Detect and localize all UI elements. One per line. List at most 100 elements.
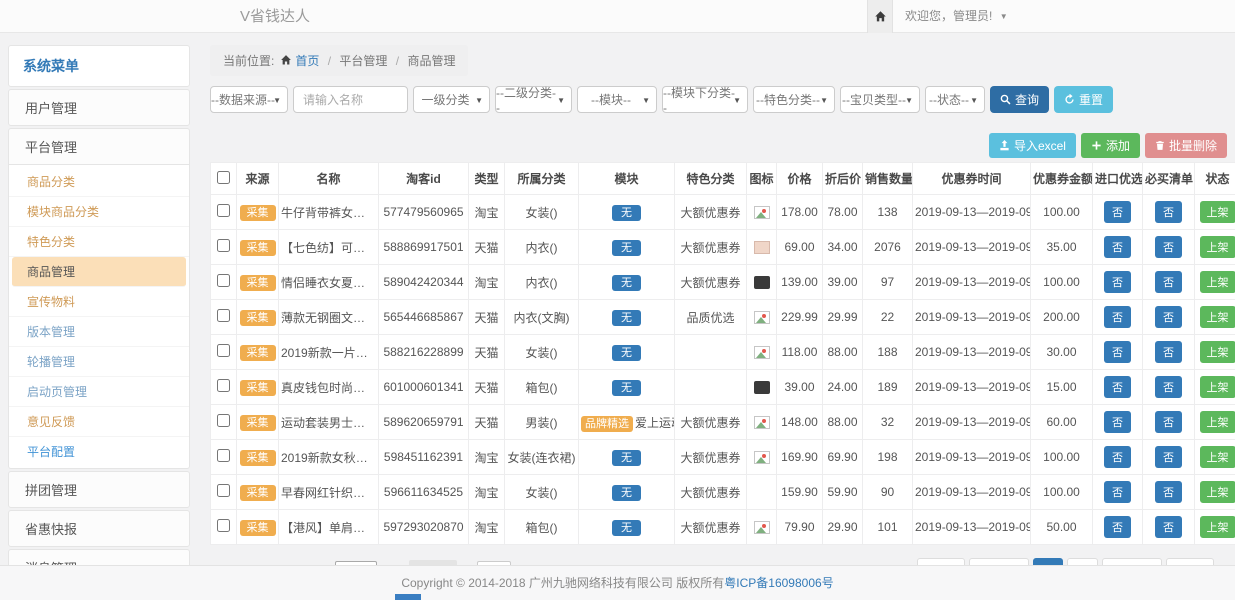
home-icon	[874, 10, 887, 23]
sidebar-subitem-active[interactable]: 商品管理	[12, 257, 186, 287]
import-select-toggle[interactable]: 否	[1104, 306, 1131, 328]
column-header: 图标	[747, 163, 777, 195]
product-category: 箱包()	[505, 510, 579, 545]
must-buy-toggle[interactable]: 否	[1155, 341, 1182, 363]
status-button[interactable]: 上架	[1200, 376, 1235, 398]
batch-delete-button[interactable]: 批量删除	[1145, 133, 1227, 158]
row-checkbox[interactable]	[217, 414, 230, 427]
breadcrumb-separator: /	[396, 54, 399, 68]
sidebar-item-user-management[interactable]: 用户管理	[8, 89, 190, 126]
filter-item-type-select[interactable]: --宝贝类型--▼	[840, 86, 920, 113]
must-buy-toggle[interactable]: 否	[1155, 236, 1182, 258]
import-select-cell: 否	[1093, 195, 1143, 230]
sidebar-subitem[interactable]: 版本管理	[9, 317, 189, 347]
module-badge: 无	[612, 345, 641, 361]
search-button[interactable]: 查询	[990, 86, 1049, 113]
feature-category: 品质优选	[675, 300, 747, 335]
status-button[interactable]: 上架	[1200, 271, 1235, 293]
taoke-id: 565446685867	[379, 300, 469, 335]
must-buy-toggle[interactable]: 否	[1155, 271, 1182, 293]
header-home-button[interactable]	[867, 0, 893, 33]
coupon-amount: 200.00	[1031, 300, 1093, 335]
product-thumbnail-icon	[754, 311, 770, 324]
sidebar-subitem[interactable]: 模块商品分类	[9, 197, 189, 227]
coupon-amount: 100.00	[1031, 265, 1093, 300]
sales-count: 189	[863, 370, 913, 405]
row-checkbox[interactable]	[217, 239, 230, 252]
import-select-toggle[interactable]: 否	[1104, 201, 1131, 223]
feature-category: 大额优惠券	[675, 265, 747, 300]
row-checkbox[interactable]	[217, 519, 230, 532]
sales-count: 101	[863, 510, 913, 545]
must-buy-toggle[interactable]: 否	[1155, 516, 1182, 538]
user-menu[interactable]: 欢迎您，管理员! ▼	[905, 0, 1008, 33]
must-buy-toggle[interactable]: 否	[1155, 376, 1182, 398]
status-button[interactable]: 上架	[1200, 446, 1235, 468]
add-button[interactable]: 添加	[1081, 133, 1140, 158]
import-select-toggle[interactable]: 否	[1104, 271, 1131, 293]
row-checkbox[interactable]	[217, 484, 230, 497]
icp-link[interactable]: 粤ICP备16098006号	[724, 576, 833, 590]
sidebar-item[interactable]: 拼团管理	[8, 471, 190, 508]
sidebar-subitem[interactable]: 启动页管理	[9, 377, 189, 407]
coupon-amount: 100.00	[1031, 475, 1093, 510]
filter-module-sub-category-select[interactable]: --模块下分类--▼	[662, 86, 748, 113]
sidebar-subitem[interactable]: 平台配置	[9, 437, 189, 466]
breadcrumb-home-link[interactable]: 首页	[295, 54, 319, 68]
header-checkbox-cell	[211, 163, 237, 195]
row-checkbox[interactable]	[217, 274, 230, 287]
sidebar-item[interactable]: 省惠快报	[8, 510, 190, 547]
row-checkbox[interactable]	[217, 449, 230, 462]
module-cell: 无	[579, 230, 675, 265]
import-select-toggle[interactable]: 否	[1104, 481, 1131, 503]
status-button[interactable]: 上架	[1200, 411, 1235, 433]
products-table: 来源名称淘客id类型所属分类模块特色分类图标价格折后价销售数量优惠券时间优惠券金…	[210, 162, 1235, 545]
status-button[interactable]: 上架	[1200, 306, 1235, 328]
filter-level2-category-select[interactable]: --二级分类--▼	[495, 86, 572, 113]
row-checkbox[interactable]	[217, 204, 230, 217]
chevron-down-icon: ▼	[905, 96, 913, 105]
filter-data-source-select[interactable]: --数据来源--▼	[210, 86, 288, 113]
row-checkbox-cell	[211, 335, 237, 370]
module-cell: 无	[579, 265, 675, 300]
status-button[interactable]: 上架	[1200, 516, 1235, 538]
filter-select-label: --特色分类--	[756, 91, 820, 108]
import-select-toggle[interactable]: 否	[1104, 376, 1131, 398]
row-checkbox[interactable]	[217, 344, 230, 357]
source-badge: 采集	[240, 485, 276, 501]
import-select-toggle[interactable]: 否	[1104, 411, 1131, 433]
must-buy-toggle[interactable]: 否	[1155, 481, 1182, 503]
must-buy-toggle[interactable]: 否	[1155, 446, 1182, 468]
filter-feature-category-select[interactable]: --特色分类--▼	[753, 86, 835, 113]
filter-status-select[interactable]: --状态--▼	[925, 86, 985, 113]
sidebar-item-platform-management[interactable]: 平台管理	[8, 128, 190, 165]
import-excel-button[interactable]: 导入excel	[989, 133, 1076, 158]
sidebar-subitem[interactable]: 意见反馈	[9, 407, 189, 437]
module-badge: 无	[612, 485, 641, 501]
import-select-toggle[interactable]: 否	[1104, 516, 1131, 538]
sidebar-subitem[interactable]: 特色分类	[9, 227, 189, 257]
discount-price: 39.00	[823, 265, 863, 300]
must-buy-toggle[interactable]: 否	[1155, 306, 1182, 328]
sidebar-subitem[interactable]: 轮播管理	[9, 347, 189, 377]
status-button[interactable]: 上架	[1200, 481, 1235, 503]
must-buy-toggle[interactable]: 否	[1155, 411, 1182, 433]
status-button[interactable]: 上架	[1200, 236, 1235, 258]
sidebar-subitem[interactable]: 宣传物料	[9, 287, 189, 317]
row-checkbox[interactable]	[217, 309, 230, 322]
import-select-toggle[interactable]: 否	[1104, 236, 1131, 258]
sales-count: 22	[863, 300, 913, 335]
filter-module-select[interactable]: --模块--▼	[577, 86, 657, 113]
sidebar-subitem[interactable]: 商品分类	[9, 167, 189, 197]
row-checkbox[interactable]	[217, 379, 230, 392]
filter-level1-category-select[interactable]: 一级分类▼	[413, 86, 490, 113]
product-type: 淘宝	[469, 510, 505, 545]
import-select-toggle[interactable]: 否	[1104, 341, 1131, 363]
status-button[interactable]: 上架	[1200, 341, 1235, 363]
import-select-toggle[interactable]: 否	[1104, 446, 1131, 468]
must-buy-toggle[interactable]: 否	[1155, 201, 1182, 223]
reset-button[interactable]: 重置	[1054, 86, 1113, 113]
status-button[interactable]: 上架	[1200, 201, 1235, 223]
select-all-checkbox[interactable]	[217, 171, 230, 184]
name-search-input[interactable]	[293, 86, 408, 113]
